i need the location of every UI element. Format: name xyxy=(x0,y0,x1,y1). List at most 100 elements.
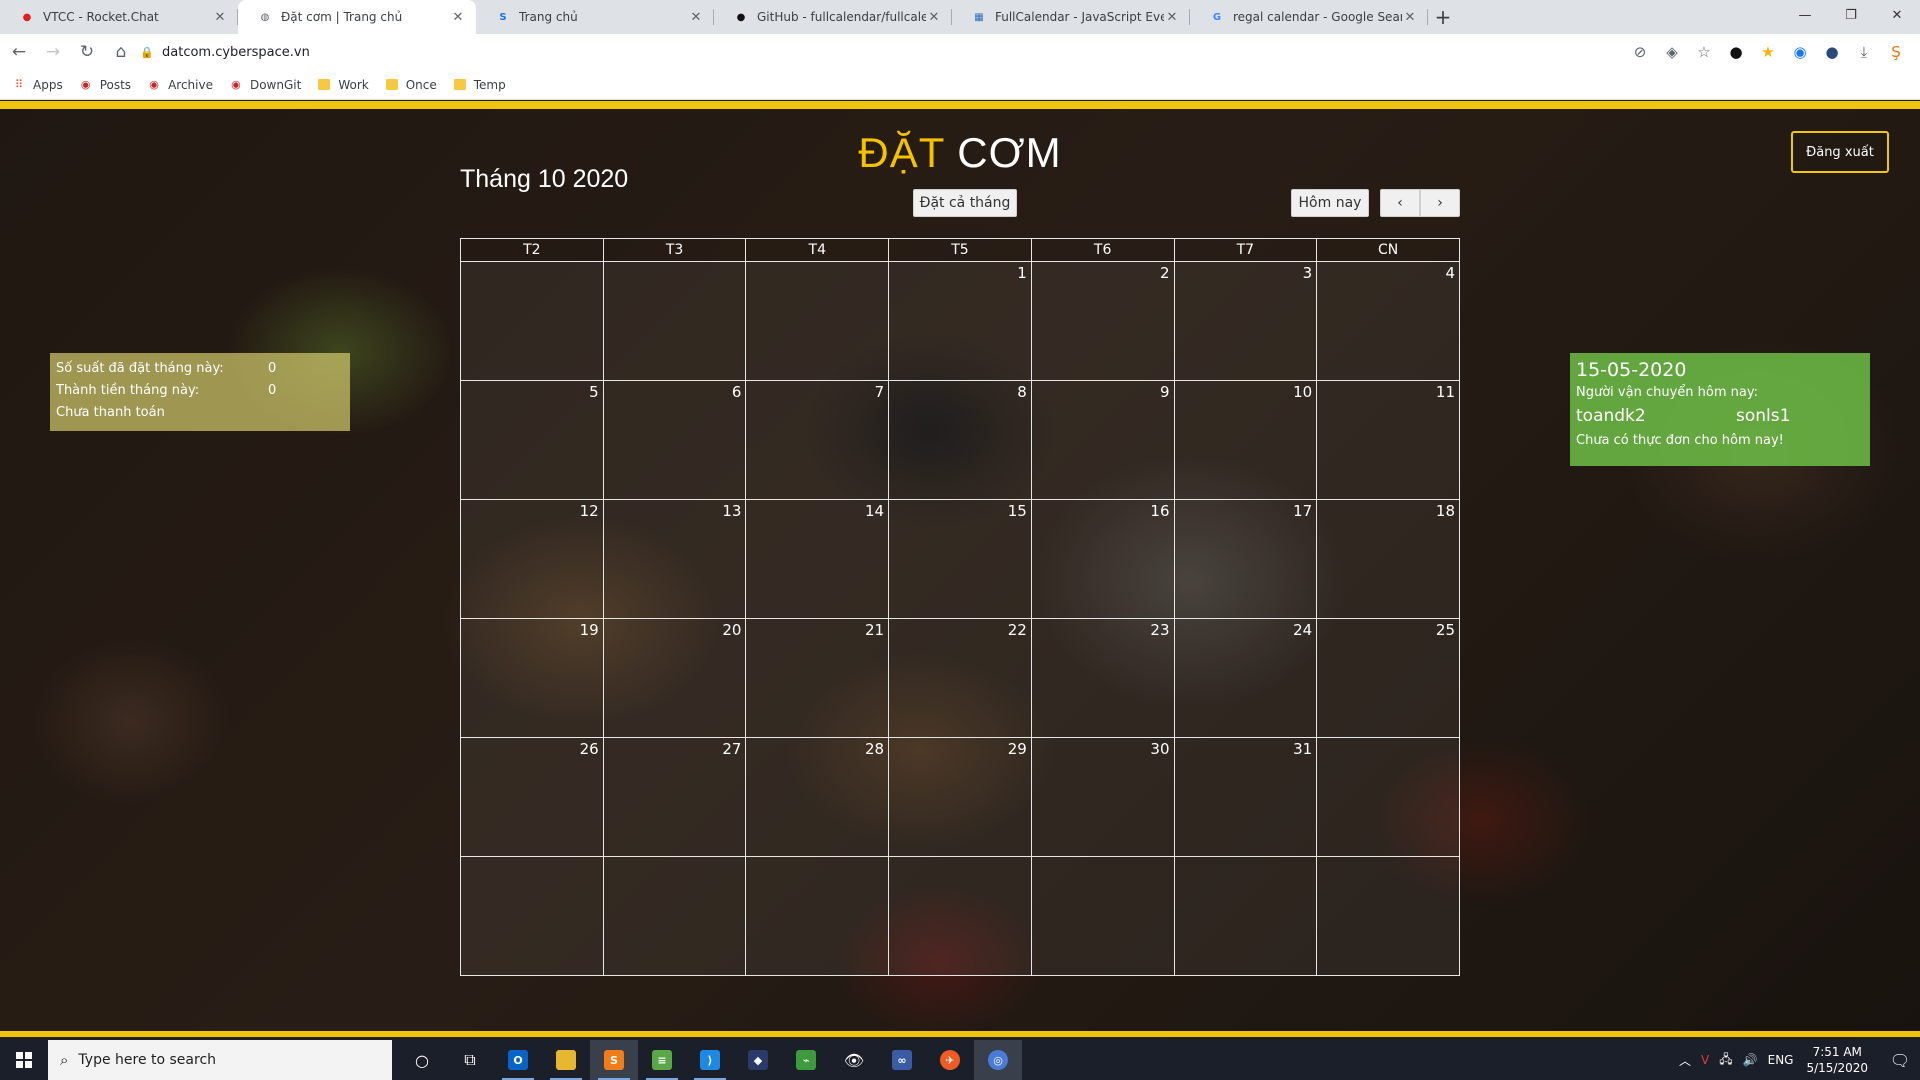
eye-app-icon[interactable]: 👁 xyxy=(830,1040,878,1080)
postman-icon[interactable]: ✈ xyxy=(926,1040,974,1080)
sublime-text-icon[interactable]: S xyxy=(590,1040,638,1080)
calendar-day-cell[interactable]: 3 xyxy=(1173,261,1318,381)
terminal-icon[interactable]: ⌁ xyxy=(782,1040,830,1080)
calendar-day-cell[interactable]: 21 xyxy=(745,618,890,738)
file-explorer-icon[interactable] xyxy=(542,1040,590,1080)
bookmark-once[interactable]: Once xyxy=(385,78,437,92)
browser-tab[interactable]: ▦ FullCalendar - JavaScript Event C ✕ xyxy=(952,0,1190,34)
browser-tab[interactable]: ● VTCC - Rocket.Chat ✕ xyxy=(0,0,238,34)
calendar-day-cell[interactable]: 23 xyxy=(1030,618,1175,738)
calendar-day-cell[interactable]: 26 xyxy=(460,737,604,857)
messenger-icon[interactable]: ◉ xyxy=(1784,38,1816,66)
calendar-day-cell[interactable] xyxy=(602,261,747,381)
next-month-button[interactable]: › xyxy=(1420,189,1460,217)
home-icon[interactable]: ⌂ xyxy=(106,37,136,67)
calendar-day-cell[interactable]: 11 xyxy=(1316,380,1460,500)
calendar-day-cell[interactable]: 31 xyxy=(1173,737,1318,857)
bookmark-apps[interactable]: ⠿ Apps xyxy=(12,78,63,92)
calendar-day-cell[interactable]: 10 xyxy=(1173,380,1318,500)
bookmark-posts[interactable]: ◉ Posts xyxy=(79,78,131,92)
notepad-icon[interactable]: ≡ xyxy=(638,1040,686,1080)
calendar-day-cell[interactable] xyxy=(745,261,890,381)
close-tab-icon[interactable]: ✕ xyxy=(688,10,704,25)
volume-icon[interactable]: 🔊 xyxy=(1743,1053,1758,1067)
chrome-icon[interactable]: ◎ xyxy=(974,1040,1022,1080)
calendar-day-cell[interactable]: 6 xyxy=(602,380,747,500)
calendar-day-cell[interactable]: 24 xyxy=(1173,618,1318,738)
browser-tab[interactable]: ● GitHub - fullcalendar/fullcalendar ✕ xyxy=(714,0,952,34)
calendar-day-cell[interactable]: 14 xyxy=(745,499,890,619)
calendar-day-cell[interactable] xyxy=(1316,856,1460,976)
star-icon[interactable]: ☆ xyxy=(1688,38,1720,66)
calendar-day-cell[interactable]: 18 xyxy=(1316,499,1460,619)
calendar-day-cell[interactable]: 29 xyxy=(888,737,1032,857)
restore-icon[interactable]: ❐ xyxy=(1828,0,1874,30)
close-tab-icon[interactable]: ✕ xyxy=(1402,10,1418,25)
calendar-day-cell[interactable]: 22 xyxy=(888,618,1032,738)
github-icon[interactable]: ● xyxy=(1720,38,1752,66)
calendar-day-cell[interactable]: 8 xyxy=(888,380,1032,500)
start-button[interactable] xyxy=(0,1040,48,1080)
close-tab-icon[interactable]: ✕ xyxy=(1164,10,1180,25)
calendar-day-cell[interactable]: 25 xyxy=(1316,618,1460,738)
taskbar-search-box[interactable]: ⌕ Type here to search xyxy=(48,1040,392,1080)
reload-icon[interactable]: ↻ xyxy=(72,37,102,67)
clock[interactable]: 7:51 AM 5/15/2020 xyxy=(1806,1044,1868,1076)
git-icon[interactable]: ◆ xyxy=(734,1040,782,1080)
download-icon[interactable]: ⤓ xyxy=(1848,38,1880,66)
calendar-day-cell[interactable]: 12 xyxy=(460,499,604,619)
back-icon[interactable]: ← xyxy=(4,37,34,67)
calendar-day-cell[interactable]: 5 xyxy=(460,380,604,500)
calendar-day-cell[interactable] xyxy=(1030,856,1175,976)
cortana-icon[interactable]: ○ xyxy=(398,1040,446,1080)
antivirus-icon[interactable]: V xyxy=(1701,1053,1709,1067)
browser-tab[interactable]: G regal calendar - Google Search ✕ xyxy=(1190,0,1428,34)
calendar-day-cell[interactable]: 16 xyxy=(1030,499,1175,619)
visual-studio-icon[interactable]: ∞ xyxy=(878,1040,926,1080)
address-bar[interactable]: 🔒 datcom.cyberspace.vn xyxy=(140,38,1600,66)
shield-icon[interactable]: ◈ xyxy=(1656,38,1688,66)
task-view-icon[interactable]: ⧉ xyxy=(446,1040,494,1080)
minimize-icon[interactable]: — xyxy=(1782,0,1828,30)
calendar-day-cell[interactable]: 9 xyxy=(1030,380,1175,500)
forward-icon[interactable]: → xyxy=(38,37,68,67)
calendar-day-cell[interactable]: 2 xyxy=(1030,261,1175,381)
language-indicator[interactable]: ENG xyxy=(1768,1053,1794,1067)
bookmark-temp[interactable]: Temp xyxy=(453,78,506,92)
network-icon[interactable]: 🖧 xyxy=(1719,1050,1732,1071)
vscode-icon[interactable]: ⟩ xyxy=(686,1040,734,1080)
calendar-day-cell[interactable]: 27 xyxy=(602,737,747,857)
calendar-day-cell[interactable] xyxy=(745,856,890,976)
calendar-day-cell[interactable] xyxy=(602,856,747,976)
calendar-day-cell[interactable]: 30 xyxy=(1030,737,1175,857)
notification-icon[interactable]: 🗨 xyxy=(1880,1051,1920,1070)
logout-button[interactable]: Đăng xuất xyxy=(1791,131,1889,173)
calendar-day-cell[interactable]: 19 xyxy=(460,618,604,738)
calendar-day-cell[interactable]: 4 xyxy=(1316,261,1460,381)
calendar-day-cell[interactable] xyxy=(1316,737,1460,857)
block-icon[interactable]: ⊘ xyxy=(1624,38,1656,66)
prev-month-button[interactable]: ‹ xyxy=(1380,189,1420,217)
calendar-day-cell[interactable]: 17 xyxy=(1173,499,1318,619)
calendar-day-cell[interactable] xyxy=(460,261,604,381)
chevron-up-icon[interactable]: ︿ xyxy=(1679,1052,1691,1069)
outlook-icon[interactable]: O xyxy=(494,1040,542,1080)
avatar[interactable]: ● xyxy=(1816,38,1848,66)
favorite-star-icon[interactable]: ★ xyxy=(1752,38,1784,66)
browser-tab-active[interactable]: ◍ Đặt cơm | Trang chủ ✕ xyxy=(238,0,476,34)
new-tab-button[interactable]: + xyxy=(1428,0,1458,34)
calendar-day-cell[interactable]: 20 xyxy=(602,618,747,738)
calendar-day-cell[interactable]: 13 xyxy=(602,499,747,619)
calendar-day-cell[interactable] xyxy=(460,856,604,976)
calendar-day-cell[interactable]: 28 xyxy=(745,737,890,857)
bookmark-archive[interactable]: ◉ Archive xyxy=(147,78,213,92)
calendar-day-cell[interactable]: 1 xyxy=(888,261,1032,381)
close-tab-icon[interactable]: ✕ xyxy=(450,10,466,25)
today-button[interactable]: Hôm nay xyxy=(1291,189,1369,217)
book-whole-month-button[interactable]: Đặt cả tháng xyxy=(913,189,1017,217)
calendar-day-cell[interactable]: 7 xyxy=(745,380,890,500)
close-window-icon[interactable]: ✕ xyxy=(1874,0,1920,30)
calendar-day-cell[interactable] xyxy=(1173,856,1318,976)
bookmark-work[interactable]: Work xyxy=(317,78,369,92)
calendar-day-cell[interactable] xyxy=(888,856,1032,976)
